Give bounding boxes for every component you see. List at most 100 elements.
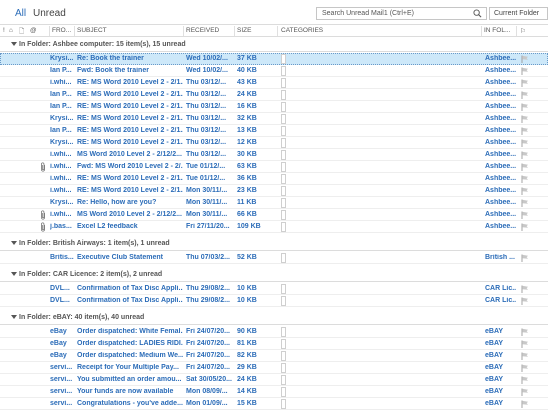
category-box[interactable] — [281, 114, 286, 124]
category-box[interactable] — [281, 284, 286, 294]
message-row[interactable]: eBay Order dispatched: White Femal... Fri … — [0, 326, 548, 338]
message-row[interactable]: DVL... Confirmation of Tax Disc Appli... T… — [0, 295, 548, 307]
message-row[interactable]: i.whi... RE: MS Word 2010 Level 2 - 2/1..… — [0, 173, 548, 185]
category-box[interactable] — [281, 351, 286, 361]
message-row[interactable]: servi... Your funds are now available Mon … — [0, 386, 548, 398]
flag-icon[interactable] — [521, 127, 529, 135]
flag-icon[interactable] — [521, 103, 529, 111]
category-box[interactable] — [281, 150, 286, 160]
search-icon[interactable] — [473, 9, 482, 18]
in-folder-column-header[interactable]: IN FOL... — [484, 27, 510, 34]
category-box[interactable] — [281, 162, 286, 172]
collapse-triangle-icon[interactable] — [11, 42, 17, 46]
message-row[interactable]: i.whi... MS Word 2010 Level 2 - 2/12/2...… — [0, 149, 548, 161]
folder-group-header[interactable]: In Folder: CAR Licence: 2 item(s), 2 unr… — [0, 268, 548, 282]
category-box[interactable] — [281, 66, 286, 76]
collapse-triangle-icon[interactable] — [11, 315, 17, 319]
flag-icon[interactable] — [521, 139, 529, 147]
flag-icon[interactable] — [521, 223, 529, 231]
collapse-triangle-icon[interactable] — [11, 272, 17, 276]
column-divider[interactable] — [49, 26, 50, 36]
category-box[interactable] — [281, 90, 286, 100]
category-box[interactable] — [281, 102, 286, 112]
message-row[interactable]: Krysi... RE: MS Word 2010 Level 2 - 2/1..… — [0, 113, 548, 125]
flag-icon[interactable] — [521, 55, 529, 63]
tab-unread[interactable]: Unread — [33, 8, 66, 19]
category-box[interactable] — [281, 339, 286, 349]
flag-icon[interactable] — [521, 67, 529, 75]
size-column-header[interactable]: SIZE — [237, 27, 251, 34]
folder-group-header[interactable]: In Folder: Ashbee computer: 15 item(s), … — [0, 38, 548, 52]
message-row[interactable]: i.whi... RE: MS Word 2010 Level 2 - 2/1..… — [0, 77, 548, 89]
message-row[interactable]: eBay Order dispatched: Medium We... Fri 24… — [0, 350, 548, 362]
search-input[interactable]: Search Unread Mail1 (Ctrl+E) — [316, 7, 487, 20]
category-box[interactable] — [281, 198, 286, 208]
category-box[interactable] — [281, 327, 286, 337]
message-row[interactable]: i.whi... RE: MS Word 2010 Level 2 - 2/1..… — [0, 185, 548, 197]
message-list[interactable]: In Folder: Ashbee computer: 15 item(s), … — [0, 37, 548, 410]
category-box[interactable] — [281, 174, 286, 184]
column-divider[interactable] — [277, 26, 278, 36]
flag-icon[interactable] — [521, 340, 529, 348]
categories-column-header[interactable]: CATEGORIES — [281, 27, 323, 34]
message-row[interactable]: Krysi... Re: Book the trainer Wed 10/02/..… — [0, 53, 548, 65]
category-box[interactable] — [281, 399, 286, 409]
category-box[interactable] — [281, 363, 286, 373]
flag-icon[interactable] — [521, 151, 529, 159]
flag-icon[interactable] — [521, 199, 529, 207]
category-box[interactable] — [281, 186, 286, 196]
column-divider[interactable] — [183, 26, 184, 36]
flag-icon[interactable] — [521, 400, 529, 408]
from-column-header[interactable]: FRO... — [52, 27, 71, 34]
flag-icon[interactable] — [521, 91, 529, 99]
flag-icon[interactable] — [521, 352, 529, 360]
importance-column-icon[interactable]: ! — [3, 27, 5, 34]
message-row[interactable]: i.whi... MS Word 2010 Level 2 - 2/12/2...… — [0, 209, 548, 221]
category-box[interactable] — [281, 296, 286, 306]
flag-icon[interactable] — [521, 115, 529, 123]
message-row[interactable]: Ian P... Fwd: Book the trainer Wed 10/02/.… — [0, 65, 548, 77]
message-row[interactable]: DVL... Confirmation of Tax Disc Appli... T… — [0, 283, 548, 295]
collapse-triangle-icon[interactable] — [11, 241, 17, 245]
category-box[interactable] — [281, 138, 286, 148]
flag-icon[interactable] — [521, 211, 529, 219]
category-box[interactable] — [281, 253, 286, 263]
tab-all[interactable]: All — [15, 8, 26, 19]
folder-group-header[interactable]: In Folder: British Airways: 1 item(s), 1… — [0, 237, 548, 251]
message-row[interactable]: Ian P... RE: MS Word 2010 Level 2 - 2/1..… — [0, 101, 548, 113]
flag-icon[interactable] — [521, 187, 529, 195]
category-box[interactable] — [281, 387, 286, 397]
flag-icon[interactable] — [521, 297, 529, 305]
flag-icon[interactable] — [521, 285, 529, 293]
message-row[interactable]: servi... You submitted an order amou... Sa… — [0, 374, 548, 386]
column-divider[interactable] — [516, 26, 517, 36]
category-box[interactable] — [281, 222, 286, 232]
category-box[interactable] — [281, 126, 286, 136]
message-row[interactable]: Ian P... RE: MS Word 2010 Level 2 - 2/1..… — [0, 89, 548, 101]
column-divider[interactable] — [234, 26, 235, 36]
category-box[interactable] — [281, 78, 286, 88]
flag-icon[interactable] — [521, 364, 529, 372]
flag-column-icon[interactable]: ⚐ — [520, 27, 526, 35]
message-row[interactable]: servi... Congratulations - you've adde...… — [0, 398, 548, 410]
flag-icon[interactable] — [521, 79, 529, 87]
message-row[interactable]: eBay Order dispatched: LADIES RIDI... Fri … — [0, 338, 548, 350]
flag-icon[interactable] — [521, 328, 529, 336]
message-row[interactable]: Britis... Executive Club Statement Thu 07/… — [0, 252, 548, 264]
message-row[interactable]: Krysi... Re: Hello, how are you? Mon 30/11… — [0, 197, 548, 209]
category-box[interactable] — [281, 375, 286, 385]
flag-icon[interactable] — [521, 388, 529, 396]
flag-icon[interactable] — [521, 376, 529, 384]
flag-icon[interactable] — [521, 254, 529, 262]
column-divider[interactable] — [74, 26, 75, 36]
flag-icon[interactable] — [521, 175, 529, 183]
folder-group-header[interactable]: In Folder: eBAY: 40 item(s), 40 unread — [0, 311, 548, 325]
message-row[interactable]: i.whi... Fwd: MS Word 2010 Level 2 - 2/..… — [0, 161, 548, 173]
message-row[interactable]: Krysi... RE: MS Word 2010 Level 2 - 2/1..… — [0, 137, 548, 149]
attachment-column-icon[interactable]: @ — [30, 27, 37, 34]
message-row[interactable]: servi... Receipt for Your Multiple Pay...… — [0, 362, 548, 374]
search-scope-dropdown[interactable]: Current Folder — [489, 7, 548, 20]
received-column-header[interactable]: RECEIVED — [186, 27, 219, 34]
category-box[interactable] — [281, 210, 286, 220]
message-row[interactable]: Ian P... RE: MS Word 2010 Level 2 - 2/1..… — [0, 125, 548, 137]
